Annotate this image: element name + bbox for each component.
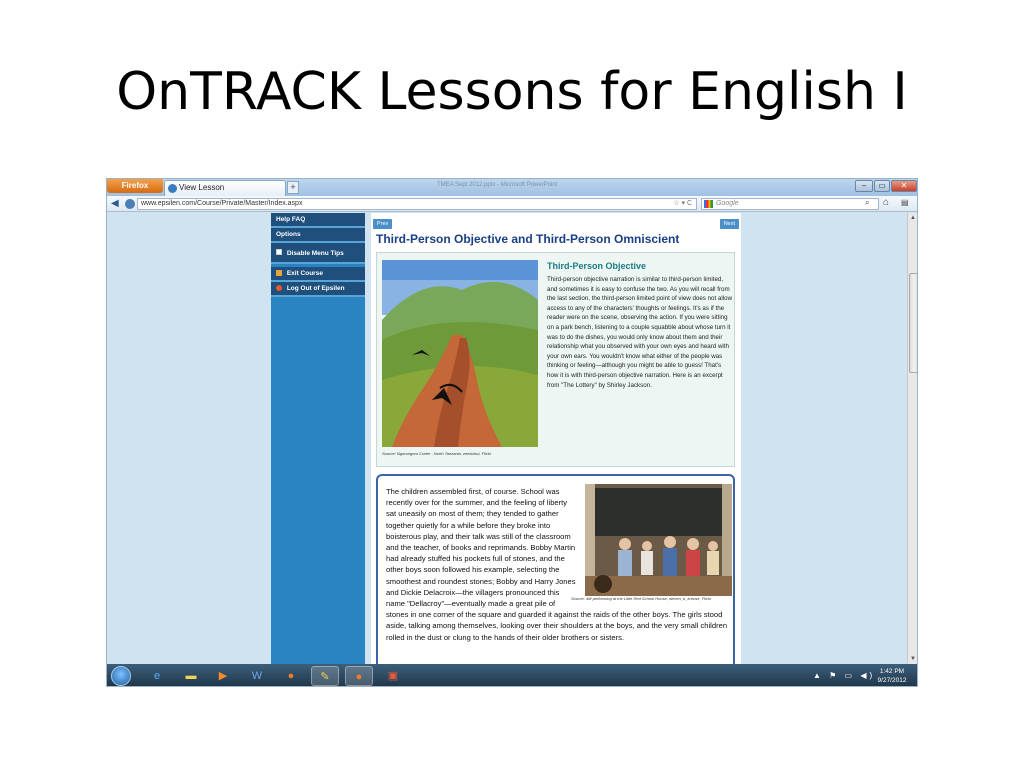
site-identity-icon[interactable]: [125, 199, 135, 209]
minimize-button[interactable]: –: [855, 180, 873, 192]
course-sidebar: Help FAQ Options Disable Menu Tips Exit …: [271, 213, 365, 664]
close-button[interactable]: ✕: [891, 180, 917, 192]
photo-caption: Source: 4M performing at the Little Red …: [571, 596, 712, 601]
sidebar-item-exit-course[interactable]: Exit Course: [271, 267, 365, 282]
sidebar-item-label: Disable Menu Tips: [286, 250, 344, 257]
objective-section: Source: Ngorongoro Crater - North Tanzan…: [376, 252, 735, 467]
window-title-text: TMEA Sept 2012.pptx - Microsoft PowerPoi…: [437, 182, 558, 188]
scroll-up-arrow-icon[interactable]: ▲: [910, 215, 916, 221]
exit-door-icon: [276, 270, 282, 276]
classroom-photo: [585, 484, 732, 596]
folder-icon[interactable]: ▬: [177, 666, 205, 686]
slide-title: OnTRACK Lessons for English I: [116, 62, 908, 122]
internet-explorer-icon[interactable]: e: [143, 666, 171, 686]
taskbar-clock[interactable]: 1:42 PM 9/27/2012: [867, 667, 917, 685]
sidebar-item-help-faq[interactable]: Help FAQ: [271, 213, 365, 228]
lesson-panel: Prev Next Third-Person Objective and Thi…: [371, 213, 741, 664]
prev-button[interactable]: Prev: [373, 219, 393, 229]
system-tray-icons[interactable]: ▲ ⚑ ▭ ◀): [813, 671, 875, 680]
crater-road-image: [382, 260, 538, 447]
paint-icon[interactable]: ✎: [311, 666, 339, 686]
page-content: Help FAQ Options Disable Menu Tips Exit …: [107, 213, 907, 664]
browser-screenshot: Firefox View Lesson + TMEA Sept 2012.ppt…: [106, 178, 918, 687]
sidebar-item-label: Log Out of Epsilen: [286, 285, 345, 292]
lesson-title: Third-Person Objective and Third-Person …: [376, 232, 680, 246]
start-button[interactable]: [111, 666, 131, 686]
next-button[interactable]: Next: [719, 219, 739, 229]
section-body-text: Third-person objective narration is simi…: [547, 276, 733, 389]
classroom-image: [585, 484, 732, 596]
tab-title: View Lesson: [179, 183, 225, 192]
sidebar-item-label: Exit Course: [286, 270, 323, 277]
checkbox-icon[interactable]: [276, 249, 282, 255]
scroll-thumb[interactable]: [909, 273, 917, 373]
navigation-toolbar: ◀ www.epsilen.com/Course/Private/Master/…: [107, 196, 917, 212]
scroll-down-arrow-icon[interactable]: ▼: [910, 656, 916, 662]
address-bar[interactable]: www.epsilen.com/Course/Private/Master/In…: [137, 198, 697, 210]
section-heading: Third-Person Objective: [547, 261, 647, 271]
sidebar-item-log-out[interactable]: Log Out of Epsilen: [271, 282, 365, 297]
clock-time: 1:42 PM: [879, 668, 905, 675]
sidebar-item-disable-menu-tips[interactable]: Disable Menu Tips: [271, 243, 365, 264]
word-icon[interactable]: W: [243, 666, 271, 686]
vertical-scrollbar[interactable]: ▲ ▼: [907, 213, 917, 664]
firefox-active-icon[interactable]: ●: [345, 666, 373, 686]
logout-icon: [276, 285, 282, 291]
new-tab-button[interactable]: +: [287, 181, 299, 194]
tab-view-lesson[interactable]: View Lesson: [164, 180, 286, 196]
firefox-menu-button[interactable]: Firefox: [107, 179, 163, 193]
excerpt-text-block: The children assembled first, of course.…: [386, 484, 732, 643]
bookmarks-menu-icon[interactable]: ▤: [901, 198, 909, 207]
back-arrow-icon[interactable]: ◀: [111, 198, 123, 210]
search-placeholder: Google: [716, 200, 739, 207]
search-input[interactable]: Google: [701, 198, 879, 210]
photo-caption: Source: Ngorongoro Crater - North Tanzan…: [382, 451, 492, 456]
story-excerpt-box: The children assembled first, of course.…: [376, 474, 735, 664]
window-titlebar: Firefox View Lesson + TMEA Sept 2012.ppt…: [107, 179, 917, 196]
windows-taskbar: e ▬ ▶ W ● ✎ ● ▣ ▲ ⚑ ▭ ◀) 1:42 PM 9/27/20…: [107, 664, 917, 686]
sidebar-item-label: Help FAQ: [276, 216, 306, 223]
url-text: www.epsilen.com/Course/Private/Master/In…: [141, 200, 303, 207]
google-icon: [704, 200, 713, 208]
firefox-icon[interactable]: ●: [277, 666, 305, 686]
clock-date: 9/27/2012: [877, 677, 907, 684]
url-controls[interactable]: ☆ ▾ C: [673, 199, 692, 209]
sidebar-item-label: Options: [276, 231, 301, 238]
media-player-icon[interactable]: ▶: [209, 666, 237, 686]
landscape-photo: [382, 260, 538, 447]
sidebar-item-options[interactable]: Options: [271, 228, 365, 243]
site-favicon-icon: [168, 184, 177, 193]
home-icon[interactable]: ⌂: [883, 197, 889, 208]
maximize-button[interactable]: ▭: [874, 180, 890, 192]
powerpoint-icon[interactable]: ▣: [379, 666, 407, 686]
search-magnifier-icon[interactable]: ⌕: [865, 198, 869, 208]
